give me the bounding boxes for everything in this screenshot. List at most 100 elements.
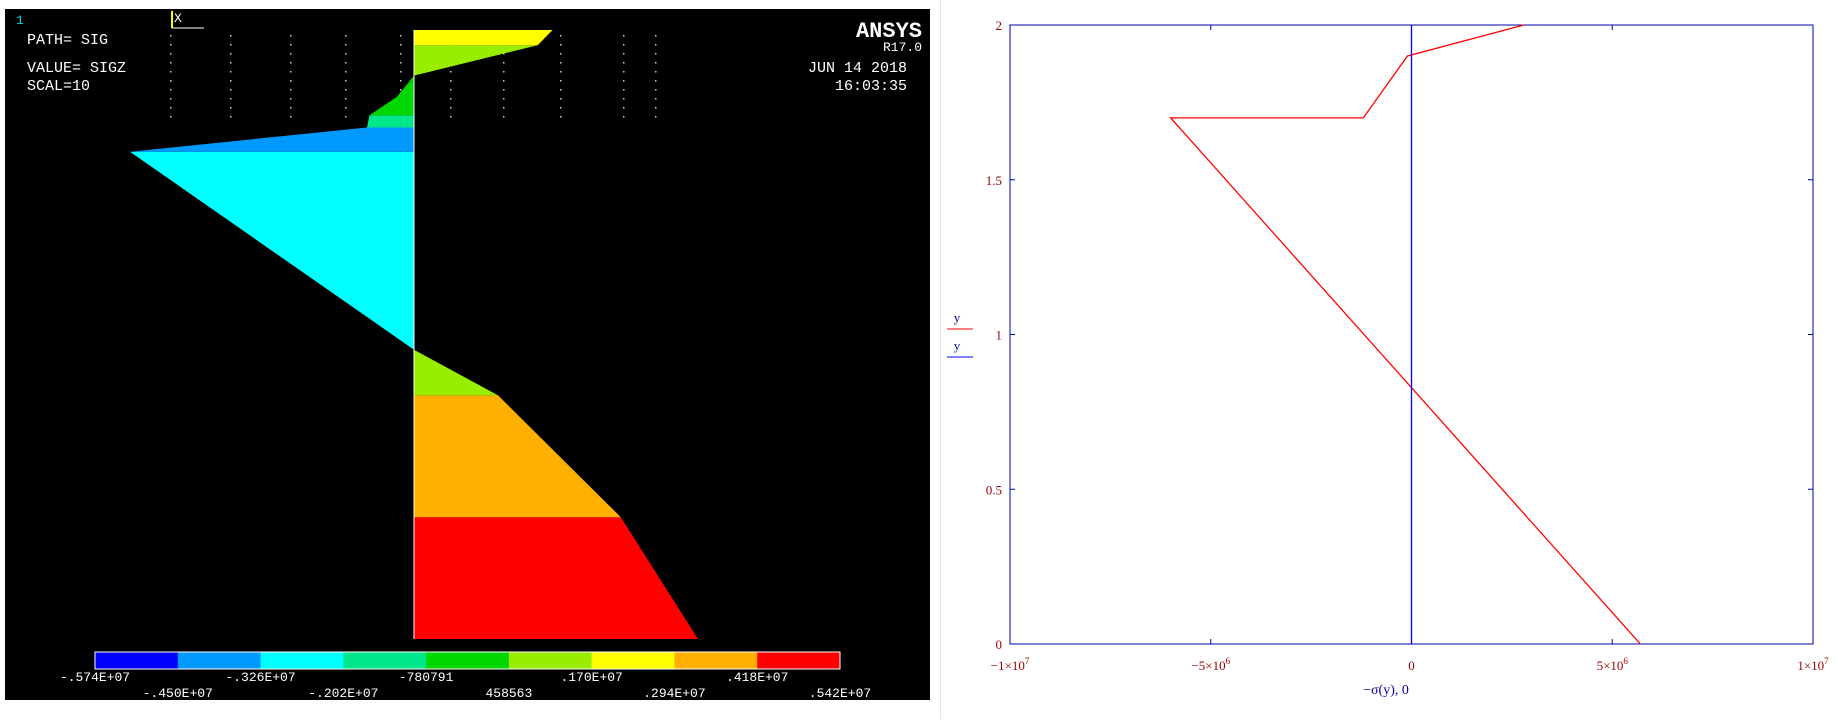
series-line — [1169, 24, 1641, 645]
stress-band — [130, 151, 414, 350]
path-dot — [655, 98, 657, 100]
path-dot — [400, 80, 402, 82]
path-dot — [450, 71, 452, 73]
path-dot — [655, 107, 657, 109]
path-dot — [623, 107, 625, 109]
path-dot — [560, 71, 562, 73]
path-dot — [655, 89, 657, 91]
x-tick-label: 1×107 — [1797, 656, 1829, 673]
path-dot — [345, 71, 347, 73]
path-dot — [623, 71, 625, 73]
x-tick-label: 0 — [1408, 658, 1415, 673]
y-tick-label: 0 — [996, 637, 1003, 652]
path-dot — [560, 44, 562, 46]
y-tick-label: 1 — [996, 328, 1003, 343]
path-dot — [345, 116, 347, 118]
path-dot — [655, 62, 657, 64]
legend-swatch — [757, 652, 841, 669]
path-dot — [290, 71, 292, 73]
path-dot — [290, 80, 292, 82]
window-number: 1 — [16, 13, 24, 28]
path-dot — [170, 89, 172, 91]
path-dot — [345, 80, 347, 82]
path-dot — [230, 98, 232, 100]
stress-band — [369, 96, 414, 116]
value-line: VALUE= SIGZ — [27, 60, 126, 77]
path-dot — [623, 35, 625, 37]
plot-series — [1169, 24, 1641, 645]
path-dot — [170, 107, 172, 109]
plot-legend: yy — [947, 310, 973, 358]
stress-band — [414, 45, 538, 76]
y-tick-label: 1.5 — [986, 173, 1002, 188]
ansys-viewport: 1 X ANSYS R17.0 PATH= SIG VALUE= SIGZ SC… — [5, 9, 930, 701]
path-dot — [450, 80, 452, 82]
x-tick-label: 5×106 — [1597, 656, 1629, 673]
stress-band — [414, 517, 698, 639]
mathcad-plot: −1×107 −5×106 0 5×106 1×107 0 0.5 1 1.5 2 yy −σ(y… — [947, 18, 1829, 698]
path-dot — [450, 116, 452, 118]
path-dot — [560, 80, 562, 82]
y-tick-label: 0.5 — [986, 482, 1002, 497]
mathcad-graph: −1×107 −5×106 0 5×106 1×107 0 0.5 1 1.5 2 yy −σ(y… — [941, 0, 1844, 719]
path-dot — [400, 71, 402, 73]
path-dot — [170, 116, 172, 118]
path-dot — [290, 98, 292, 100]
path-dot — [560, 98, 562, 100]
legend-entry: y — [954, 338, 961, 353]
legend-swatch — [177, 652, 262, 669]
path-dot — [290, 107, 292, 109]
path-dot — [170, 44, 172, 46]
path-dot — [345, 53, 347, 55]
path-dot — [655, 116, 657, 118]
path-dot — [345, 107, 347, 109]
path-dot — [503, 71, 505, 73]
path-dot — [345, 98, 347, 100]
path-dot — [290, 89, 292, 91]
legend-label: 458563 — [485, 686, 532, 700]
path-dot — [290, 44, 292, 46]
triad-x-label: X — [174, 11, 182, 26]
path-dot — [290, 53, 292, 55]
path-dot — [400, 44, 402, 46]
legend-label: .294E+07 — [643, 686, 705, 700]
path-dot — [230, 44, 232, 46]
path-dot — [400, 35, 402, 37]
path-dot — [503, 98, 505, 100]
stress-band — [414, 30, 553, 46]
path-dot — [503, 62, 505, 64]
path-dot — [230, 35, 232, 37]
stress-band — [366, 115, 414, 128]
path-dot — [560, 62, 562, 64]
path-dot — [503, 80, 505, 82]
stress-band — [130, 127, 414, 152]
x-axis-label: −σ(y), 0 — [1363, 683, 1409, 698]
stress-bands — [130, 30, 698, 639]
legend-swatch — [591, 652, 675, 669]
path-dot — [400, 62, 402, 64]
path-dot — [230, 53, 232, 55]
legend-swatch — [426, 652, 510, 669]
path-dot — [623, 62, 625, 64]
path-dot — [170, 98, 172, 100]
path-dot — [623, 116, 625, 118]
y-tick-label: 2 — [996, 18, 1003, 33]
legend-label: -.450E+07 — [143, 686, 213, 700]
path-dot — [290, 116, 292, 118]
path-dot — [655, 53, 657, 55]
path-dot — [450, 98, 452, 100]
path-dot — [655, 44, 657, 46]
path-dot — [560, 53, 562, 55]
path-dot — [503, 107, 505, 109]
path-dot — [170, 62, 172, 64]
path-dot — [450, 107, 452, 109]
path-dot — [655, 35, 657, 37]
path-dot — [345, 62, 347, 64]
path-dot — [450, 89, 452, 91]
path-dot — [623, 98, 625, 100]
legend-label: -.574E+07 — [60, 670, 130, 685]
path-dot — [230, 116, 232, 118]
plot-date: JUN 14 2018 — [808, 60, 907, 77]
scale-line: SCAL=10 — [27, 78, 90, 95]
path-dot — [230, 80, 232, 82]
